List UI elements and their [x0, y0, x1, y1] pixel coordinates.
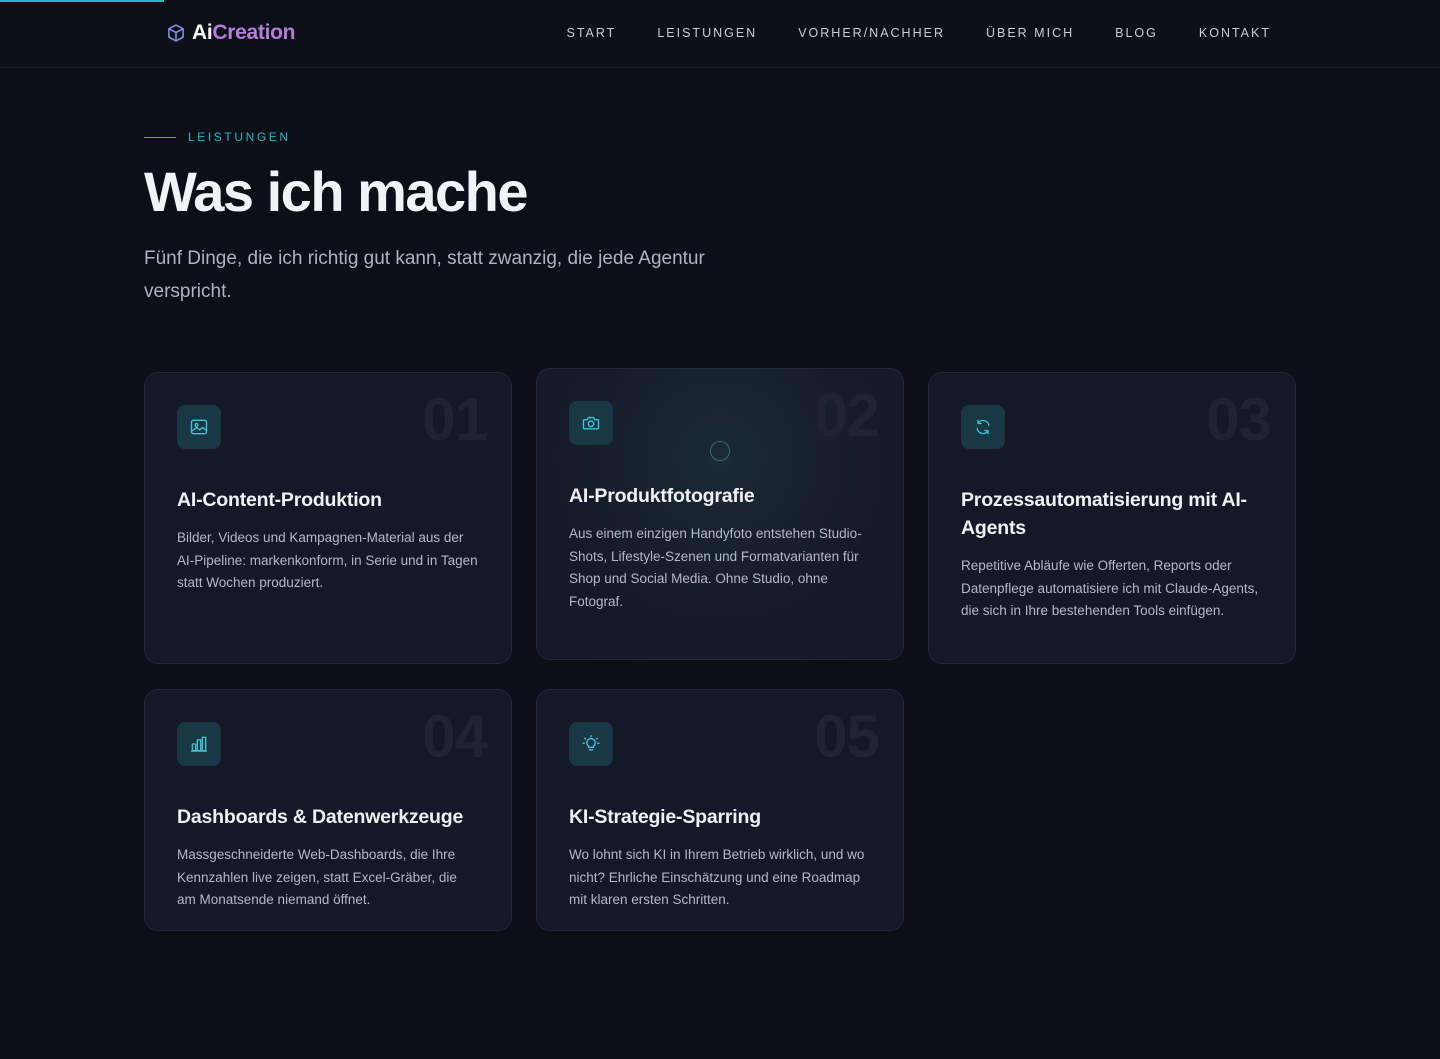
logo-text-creation: Creation [212, 21, 296, 44]
card-number: 02 [814, 382, 880, 449]
nav-link-kontakt[interactable]: KONTAKT [1199, 26, 1271, 40]
bar-chart-icon [177, 722, 221, 766]
section-eyebrow: LEISTUNGEN [144, 130, 291, 144]
card-description: Repetitive Abläufe wie Offerten, Reports… [961, 558, 1259, 619]
service-card-prozessautomatisierung[interactable]: 03 Prozessautomatisierung mit AI-Agents … [928, 372, 1296, 664]
nav-link-leistungen[interactable]: LEISTUNGEN [657, 26, 757, 40]
cube-icon [168, 24, 184, 42]
nav-link-blog[interactable]: BLOG [1115, 26, 1158, 40]
service-card-ki-strategie[interactable]: 05 KI-Strategie-Sparring Wo lohnt sich K… [536, 689, 904, 931]
logo[interactable]: AiCreation [166, 20, 295, 46]
card-number: 03 [1206, 386, 1272, 453]
card-title: AI-Content-Produktion [177, 489, 382, 511]
refresh-icon [961, 405, 1005, 449]
service-card-dashboards[interactable]: 04 Dashboards & Datenwerkzeuge Massgesch… [144, 689, 512, 931]
card-title: AI-Produktfotografie [569, 485, 755, 507]
camera-icon [569, 401, 613, 445]
eyebrow-text: LEISTUNGEN [188, 130, 291, 144]
image-icon [177, 405, 221, 449]
card-title: Dashboards & Datenwerkzeuge [177, 806, 464, 828]
card-title: KI-Strategie-Sparring [569, 806, 761, 828]
card-description: Wo lohnt sich KI in Ihrem Betrieb wirkli… [569, 847, 865, 908]
section-subtitle: Fünf Dinge, die ich richtig gut kann, st… [144, 248, 705, 302]
main-nav: START LEISTUNGEN VORHER/NACHHER ÜBER MIC… [567, 26, 1272, 40]
card-number: 05 [814, 703, 880, 770]
card-number: 01 [422, 386, 488, 453]
nav-link-ueber-mich[interactable]: ÜBER MICH [986, 26, 1074, 40]
eyebrow-line [144, 136, 176, 138]
section-title: Was ich mache [144, 160, 529, 223]
card-number: 04 [422, 703, 488, 770]
card-description: Bilder, Videos und Kampagnen-Material au… [177, 530, 478, 591]
logo-text-ai: Ai [192, 21, 213, 44]
card-title: Prozessautomatisierung mit AI-Agents [961, 489, 1247, 539]
service-card-ai-content[interactable]: 01 AI-Content-Produktion Bilder, Videos … [144, 372, 512, 664]
nav-link-vorher-nachher[interactable]: VORHER/NACHHER [798, 26, 945, 40]
top-navigation: AiCreation START LEISTUNGEN VORHER/NACHH… [0, 0, 1440, 68]
logo-text: AiCreation [192, 21, 295, 45]
nav-link-start[interactable]: START [567, 26, 617, 40]
scroll-progress-bar [0, 0, 164, 2]
lightbulb-icon [569, 722, 613, 766]
service-card-ai-produktfotografie[interactable]: 02 AI-Produktfotografie Aus einem einzig… [536, 368, 904, 660]
card-description: Massgeschneiderte Web-Dashboards, die Ih… [177, 847, 457, 908]
card-description: Aus einem einzigen Handyfoto entstehen S… [569, 526, 862, 609]
custom-cursor-ring [710, 441, 730, 461]
